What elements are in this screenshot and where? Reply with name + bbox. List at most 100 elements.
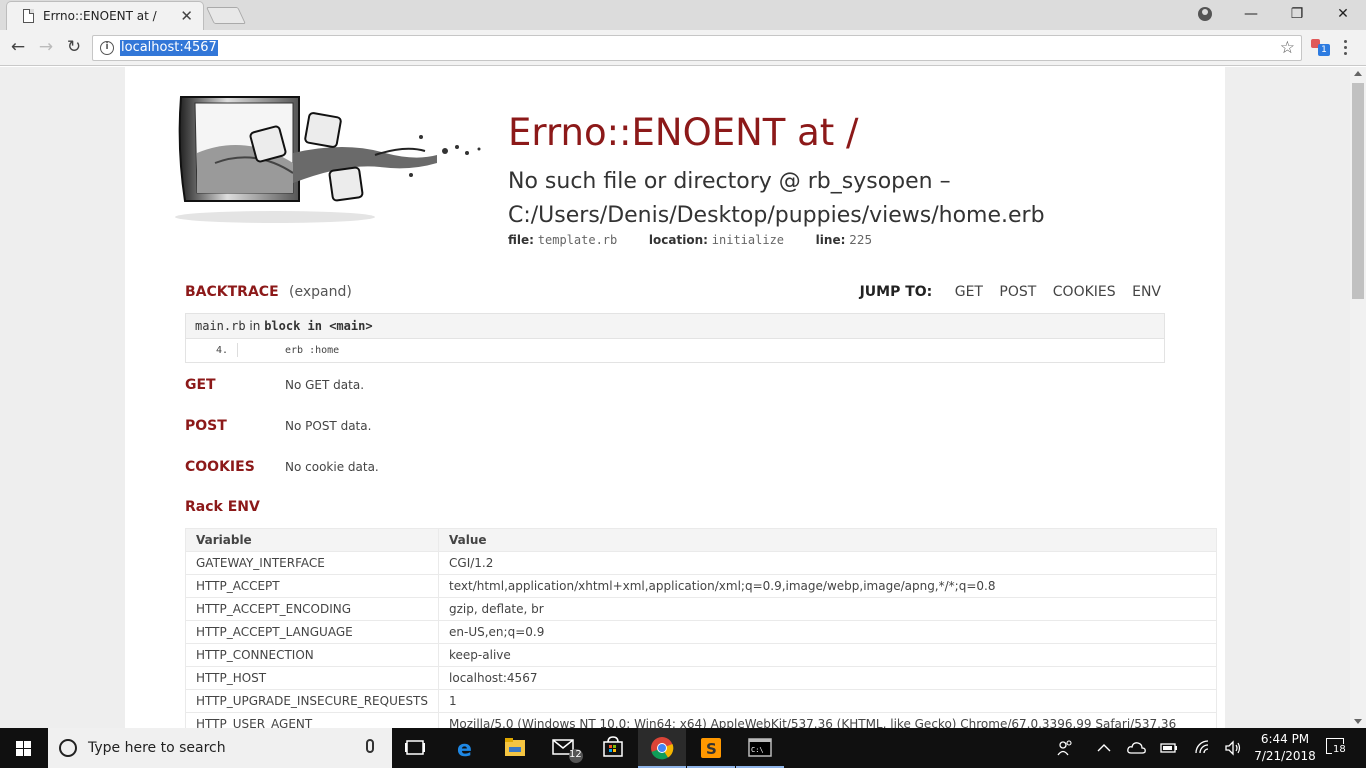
clock-time: 6:44 PM [1260,732,1310,746]
minimize-button[interactable]: — [1228,0,1274,30]
notification-count: 18 [1332,744,1347,755]
table-row: HTTP_USER_AGENT Mozilla/5.0 (Windows NT … [184,712,1217,728]
env-variable: HTTP_HOST [184,666,440,690]
start-button[interactable] [0,728,48,768]
address-bar[interactable]: i localhost:4567 ☆ [92,35,1302,61]
jump-to-label: JUMP TO: [859,284,933,300]
error-page: Errno::ENOENT at / No such file or direc… [125,67,1225,728]
column-header-value: Value [438,528,1217,552]
task-view-icon[interactable] [392,728,440,768]
chevron-up-icon[interactable] [1096,740,1112,780]
env-variable: HTTP_ACCEPT_LANGUAGE [184,620,440,644]
table-row: HTTP_UPGRADE_INSECURE_REQUESTS 1 [184,689,1217,713]
expand-link[interactable]: (expand) [289,284,352,300]
env-variable: HTTP_ACCEPT_ENCODING [184,597,440,621]
extension-badge: 1 [1318,44,1330,56]
close-window-button[interactable]: ✕ [1320,0,1366,30]
wifi-icon[interactable] [1194,739,1212,779]
close-tab-icon[interactable]: ✕ [180,7,193,25]
frame-code-line: 4. erb :home [186,339,1164,363]
jump-link-env[interactable]: ENV [1132,284,1161,300]
column-header-variable: Variable [184,528,440,552]
url-text[interactable]: localhost:4567 [120,40,218,56]
get-empty-text: No GET data. [285,378,365,392]
volume-icon[interactable] [1224,739,1242,779]
table-row: HTTP_CONNECTION keep-alive [184,643,1217,667]
env-value: text/html,application/xhtml+xml,applicat… [438,574,1217,598]
env-variable: GATEWAY_INTERFACE [184,551,440,575]
new-tab-button[interactable] [206,7,246,24]
store-icon[interactable] [589,728,637,768]
env-value: en-US,en;q=0.9 [438,620,1217,644]
profile-icon[interactable] [1198,7,1212,21]
table-row: GATEWAY_INTERFACE CGI/1.2 [184,551,1217,575]
env-value: gzip, deflate, br [438,597,1217,621]
error-meta: file: template.rb location: initialize l… [508,233,872,247]
env-value: 1 [438,689,1217,713]
browser-titlebar: Errno::ENOENT at / ✕ — ❐ ✕ [0,0,1366,30]
windows-taskbar: Type here to search e 12 S C:\ 6:44 PM 7… [0,728,1366,768]
action-center-icon[interactable]: 18 [1326,738,1347,755]
reload-icon[interactable]: ↻ [62,36,86,60]
jump-to-nav: JUMP TO: GET POST COOKIES ENV [860,284,1165,300]
line-number: 4. [216,345,229,356]
page-icon [23,9,34,23]
frame-file: main.rb [195,319,246,333]
browser-tab[interactable]: Errno::ENOENT at / ✕ [6,1,204,30]
get-heading: GET [185,377,216,393]
back-arrow-icon[interactable]: ← [6,36,30,60]
table-row: HTTP_ACCEPT_ENCODING gzip, deflate, br [184,597,1217,621]
people-icon[interactable] [1055,738,1075,778]
post-heading: POST [185,418,227,434]
cookies-empty-text: No cookie data. [285,460,379,474]
browser-toolbar: ← → ↻ i localhost:4567 ☆ 1 [0,30,1366,66]
backtrace-frame[interactable]: main.rb in block in <main> 4. erb :home [185,313,1165,363]
cortana-icon [59,739,77,757]
mail-icon[interactable]: 12 [540,728,588,768]
forward-arrow-icon[interactable]: → [34,36,58,60]
env-variable: HTTP_ACCEPT [184,574,440,598]
env-value: Mozilla/5.0 (Windows NT 10.0; Win64; x64… [438,712,1217,728]
env-value: CGI/1.2 [438,551,1217,575]
cloud-sync-icon[interactable] [1127,739,1147,779]
windows-logo-icon [16,741,32,756]
table-row: HTTP_ACCEPT_LANGUAGE en-US,en;q=0.9 [184,620,1217,644]
post-empty-text: No POST data. [285,419,372,433]
frame-context: block in <main> [264,319,373,333]
backtrace-heading: BACKTRACE [185,284,279,300]
restore-button[interactable]: ❐ [1274,0,1320,30]
edge-icon[interactable]: e [442,728,490,768]
file-explorer-icon[interactable] [491,728,539,768]
scrollbar-thumb[interactable] [1352,83,1364,299]
command-prompt-icon[interactable]: C:\ [736,728,784,768]
env-variable: HTTP_UPGRADE_INSECURE_REQUESTS [184,689,440,713]
rack-env-table: Variable Value GATEWAY_INTERFACE CGI/1.2… [184,528,1217,728]
location-label: location: [648,233,708,247]
sublime-text-icon[interactable]: S [687,728,735,768]
scroll-up-icon[interactable] [1354,71,1362,76]
cookies-heading: COOKIES [185,459,255,475]
vertical-scrollbar[interactable] [1350,67,1366,728]
frame-header: main.rb in block in <main> [186,314,1164,339]
bookmark-star-icon[interactable]: ☆ [1280,38,1295,58]
env-variable: HTTP_USER_AGENT [184,712,440,728]
system-clock[interactable]: 6:44 PM 7/21/2018 [1250,731,1320,765]
file-value: template.rb [537,233,618,247]
jump-link-get[interactable]: GET [955,284,983,300]
chrome-taskbar-icon[interactable] [638,728,686,768]
taskbar-search[interactable]: Type here to search [48,728,392,768]
site-info-icon[interactable]: i [100,41,114,55]
extension-icon[interactable]: 1 [1311,39,1330,57]
error-message: No such file or directory @ rb_sysopen –… [508,169,1045,228]
battery-icon[interactable] [1160,740,1178,780]
env-variable: HTTP_CONNECTION [184,643,440,667]
page-viewport: Errno::ENOENT at / No such file or direc… [0,67,1350,728]
browser-menu-icon[interactable] [1344,40,1348,58]
error-title: Errno::ENOENT at / [508,111,859,154]
sinatra-logo-illustration [175,96,481,223]
jump-link-cookies[interactable]: COOKIES [1053,284,1116,300]
jump-link-post[interactable]: POST [999,284,1036,300]
tab-title: Errno::ENOENT at / [43,9,157,23]
microphone-icon[interactable] [366,739,374,753]
scroll-down-icon[interactable] [1354,719,1362,724]
